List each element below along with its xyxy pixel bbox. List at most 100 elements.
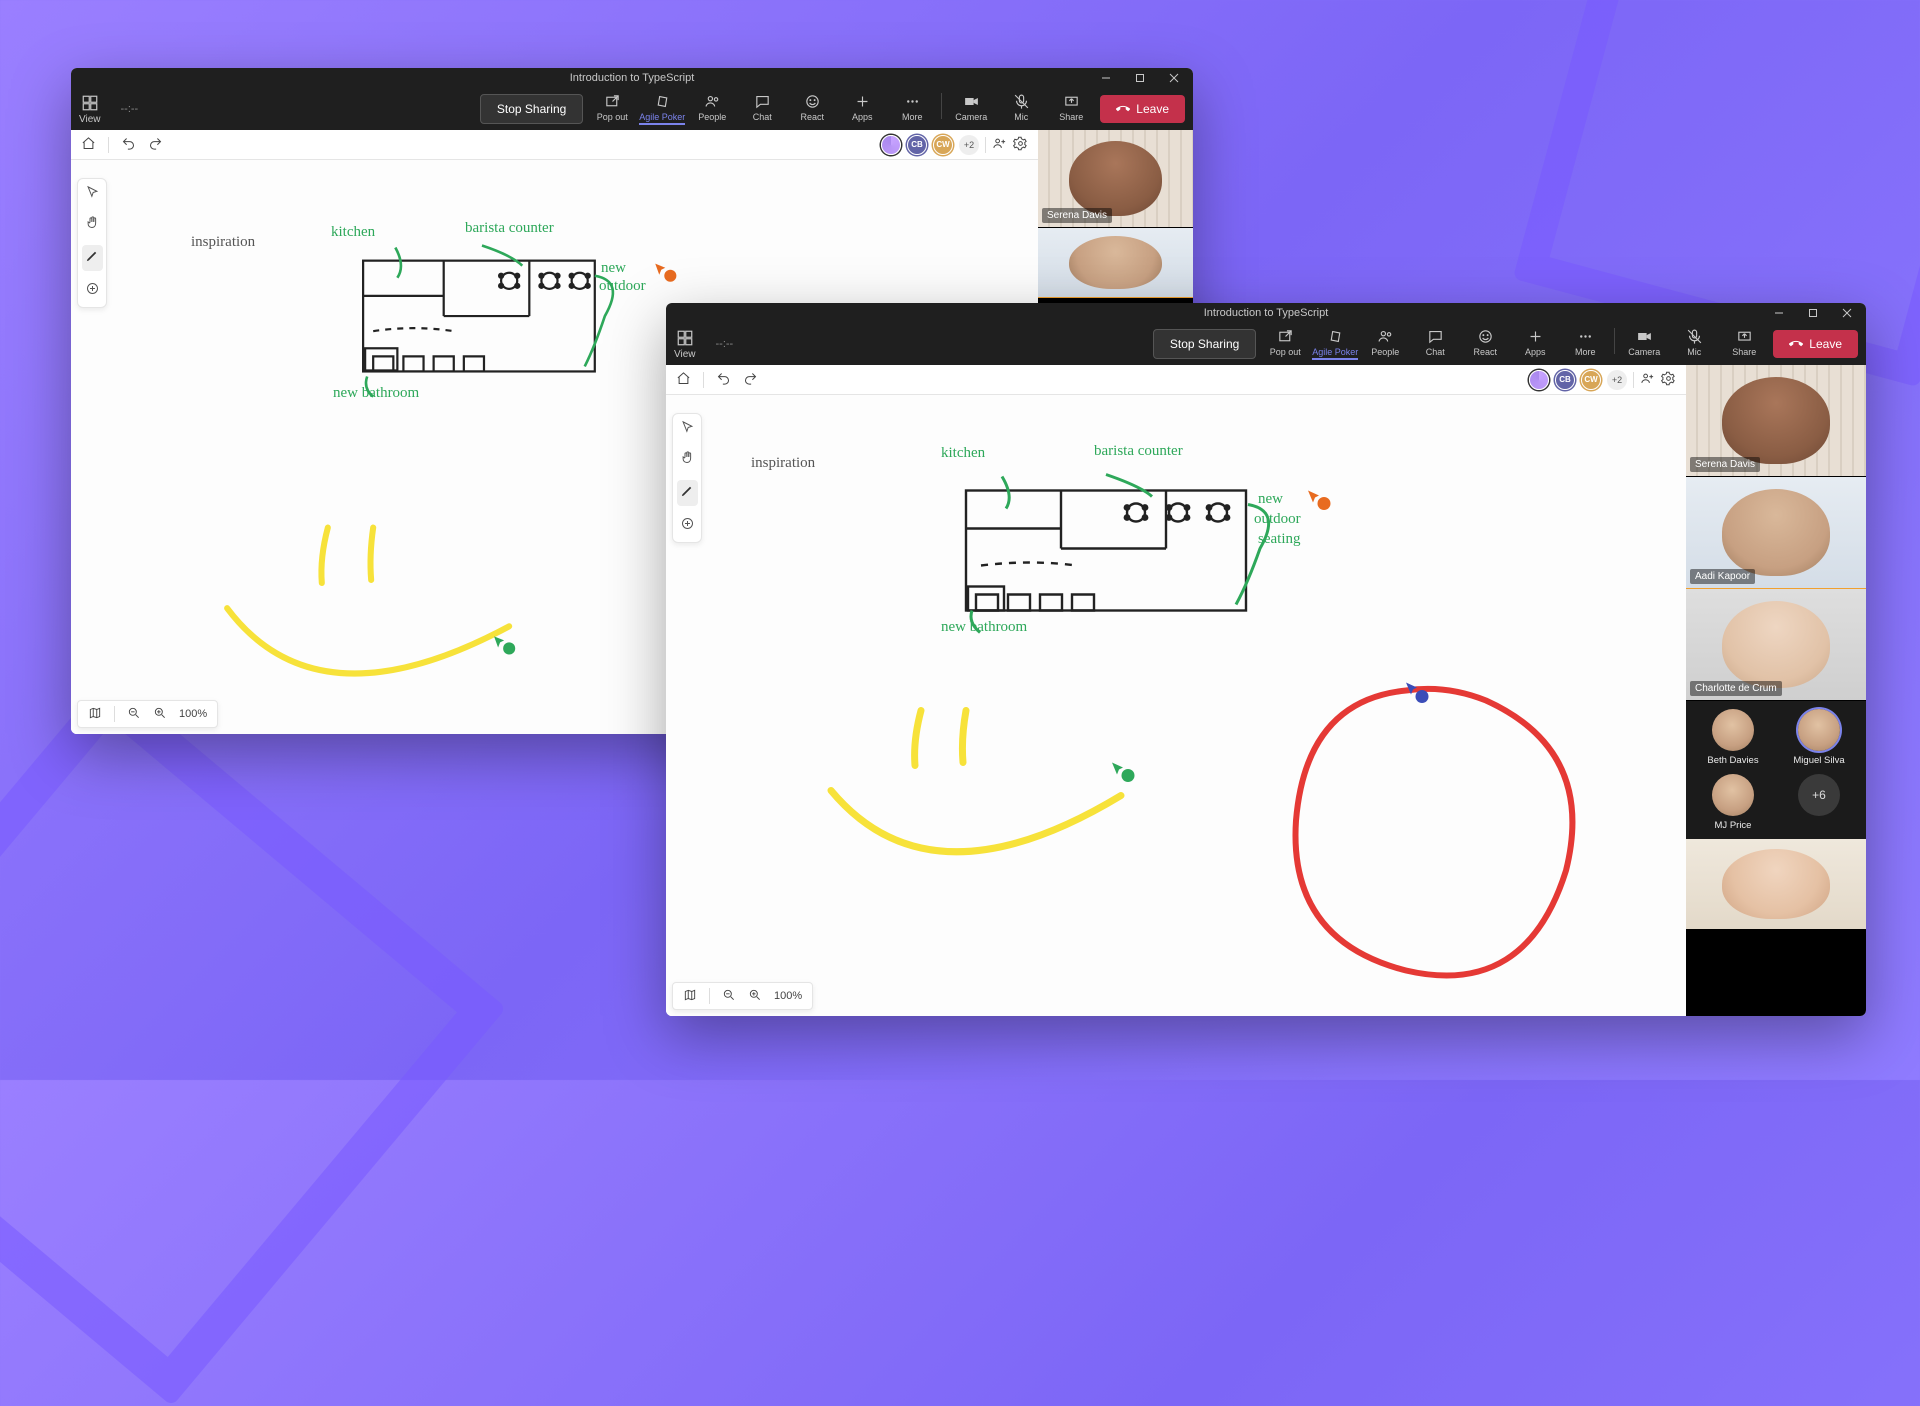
participant-avatar[interactable]: CW — [1581, 370, 1601, 390]
more-button[interactable]: More — [887, 93, 937, 122]
zoom-in-button[interactable] — [153, 706, 167, 723]
pop-out-button[interactable]: Pop out — [1260, 328, 1310, 357]
zoom-out-button[interactable] — [722, 988, 736, 1005]
people-button[interactable]: People — [1360, 328, 1410, 357]
redo-button[interactable] — [743, 371, 758, 389]
titlebar: Introduction to TypeScript — [71, 68, 1193, 88]
teams-meeting-window-front: Introduction to TypeScript View --:-- St… — [666, 303, 1866, 1016]
home-icon[interactable] — [81, 136, 96, 154]
whiteboard-canvas[interactable]: inspiration kitchen barista counter new … — [666, 395, 1686, 1016]
participant-overflow[interactable]: +2 — [1607, 370, 1627, 390]
window-title: Introduction to TypeScript — [71, 72, 1193, 84]
meeting-toolbar: View --:-- Stop Sharing Pop out Agile Po… — [666, 323, 1866, 365]
more-button[interactable]: More — [1560, 328, 1610, 357]
whiteboard-annotation: new bathroom — [333, 385, 419, 402]
apps-button[interactable]: Apps — [837, 93, 887, 122]
share-whiteboard-button[interactable] — [992, 136, 1007, 154]
zoom-out-button[interactable] — [127, 706, 141, 723]
window-maximize-button[interactable] — [1123, 68, 1157, 88]
zoom-level: 100% — [774, 990, 802, 1002]
participant-name: Serena Davis — [1042, 208, 1112, 223]
mic-button[interactable]: Mic — [996, 93, 1046, 122]
window-close-button[interactable] — [1830, 303, 1864, 323]
whiteboard-annotation: new — [601, 260, 626, 277]
share-button[interactable]: Share — [1046, 93, 1096, 122]
undo-button[interactable] — [121, 136, 136, 154]
camera-button[interactable]: Camera — [1619, 328, 1669, 357]
participant-small-tile[interactable]: Beth Davies — [1694, 709, 1772, 766]
participant-small-tile[interactable]: MJ Price — [1694, 774, 1772, 831]
undo-button[interactable] — [716, 371, 731, 389]
participant-small-grid: Beth Davies Miguel Silva MJ Price +6 — [1686, 701, 1866, 839]
leave-button[interactable]: Leave — [1773, 330, 1858, 358]
stop-sharing-button[interactable]: Stop Sharing — [1153, 329, 1256, 359]
home-icon[interactable] — [676, 371, 691, 389]
view-menu-button[interactable]: View — [674, 329, 696, 360]
background-decoration — [0, 674, 506, 1406]
window-minimize-button[interactable] — [1762, 303, 1796, 323]
participant-name: Serena Davis — [1690, 457, 1760, 472]
react-button[interactable]: React — [1460, 328, 1510, 357]
participant-tile[interactable] — [1038, 228, 1193, 298]
whiteboard-annotation: new — [1258, 491, 1283, 508]
minimap-button[interactable] — [88, 706, 102, 723]
share-whiteboard-button[interactable] — [1640, 371, 1655, 389]
view-menu-button[interactable]: View — [79, 94, 101, 125]
minimap-button[interactable] — [683, 988, 697, 1005]
meeting-timer: --:-- — [121, 103, 139, 115]
chat-button[interactable]: Chat — [737, 93, 787, 122]
participant-avatar[interactable]: CB — [1555, 370, 1575, 390]
settings-button[interactable] — [1013, 136, 1028, 154]
whiteboard-drawings: inspiration kitchen barista counter new … — [666, 395, 1686, 1016]
zoom-in-button[interactable] — [748, 988, 762, 1005]
participant-name: Charlotte de Crum — [1690, 681, 1782, 696]
pop-out-button[interactable]: Pop out — [587, 93, 637, 122]
participant-tile[interactable]: Aadi Kapoor — [1686, 477, 1866, 589]
whiteboard-footer: 100% — [77, 700, 218, 728]
camera-button[interactable]: Camera — [946, 93, 996, 122]
participant-tile[interactable]: Serena Davis — [1038, 130, 1193, 228]
meeting-timer: --:-- — [716, 338, 734, 350]
whiteboard-annotation: inspiration — [191, 234, 255, 251]
whiteboard-annotation: outdoor — [599, 278, 646, 295]
leave-button[interactable]: Leave — [1100, 95, 1185, 123]
participant-avatar[interactable]: CB — [907, 135, 927, 155]
participant-avatar[interactable] — [881, 135, 901, 155]
whiteboard-annotation: new bathroom — [941, 619, 1027, 636]
agile-poker-button[interactable]: Agile Poker — [1310, 328, 1360, 360]
mic-button[interactable]: Mic — [1669, 328, 1719, 357]
participant-small-tile[interactable]: Miguel Silva — [1780, 709, 1858, 766]
whiteboard-subbar: CB CW +2 — [71, 130, 1038, 160]
participant-overflow[interactable]: +2 — [959, 135, 979, 155]
window-title: Introduction to TypeScript — [666, 307, 1866, 319]
apps-button[interactable]: Apps — [1510, 328, 1560, 357]
whiteboard-annotation: kitchen — [331, 224, 375, 241]
window-maximize-button[interactable] — [1796, 303, 1830, 323]
participant-avatar[interactable] — [1529, 370, 1549, 390]
whiteboard-annotation: barista counter — [465, 220, 554, 237]
redo-button[interactable] — [148, 136, 163, 154]
whiteboard-annotation: kitchen — [941, 445, 985, 462]
people-button[interactable]: People — [687, 93, 737, 122]
whiteboard-annotation: inspiration — [751, 455, 815, 472]
settings-button[interactable] — [1661, 371, 1676, 389]
video-pane: Serena Davis Aadi Kapoor Charlotte de Cr… — [1686, 365, 1866, 1016]
window-close-button[interactable] — [1157, 68, 1191, 88]
window-minimize-button[interactable] — [1089, 68, 1123, 88]
stop-sharing-button[interactable]: Stop Sharing — [480, 94, 583, 124]
participant-tile[interactable]: Serena Davis — [1686, 365, 1866, 477]
participant-overflow-tile[interactable]: +6 — [1780, 774, 1858, 831]
participant-avatar[interactable]: CW — [933, 135, 953, 155]
agile-poker-button[interactable]: Agile Poker — [637, 93, 687, 125]
whiteboard-subbar: CB CW +2 — [666, 365, 1686, 395]
whiteboard-annotation: outdoor — [1254, 511, 1301, 528]
titlebar: Introduction to TypeScript — [666, 303, 1866, 323]
chat-button[interactable]: Chat — [1410, 328, 1460, 357]
whiteboard-annotation: barista counter — [1094, 443, 1183, 460]
zoom-level: 100% — [179, 708, 207, 720]
self-view-tile[interactable] — [1686, 839, 1866, 929]
participant-tile[interactable]: Charlotte de Crum — [1686, 589, 1866, 701]
react-button[interactable]: React — [787, 93, 837, 122]
participant-name: Aadi Kapoor — [1690, 569, 1755, 584]
share-button[interactable]: Share — [1719, 328, 1769, 357]
